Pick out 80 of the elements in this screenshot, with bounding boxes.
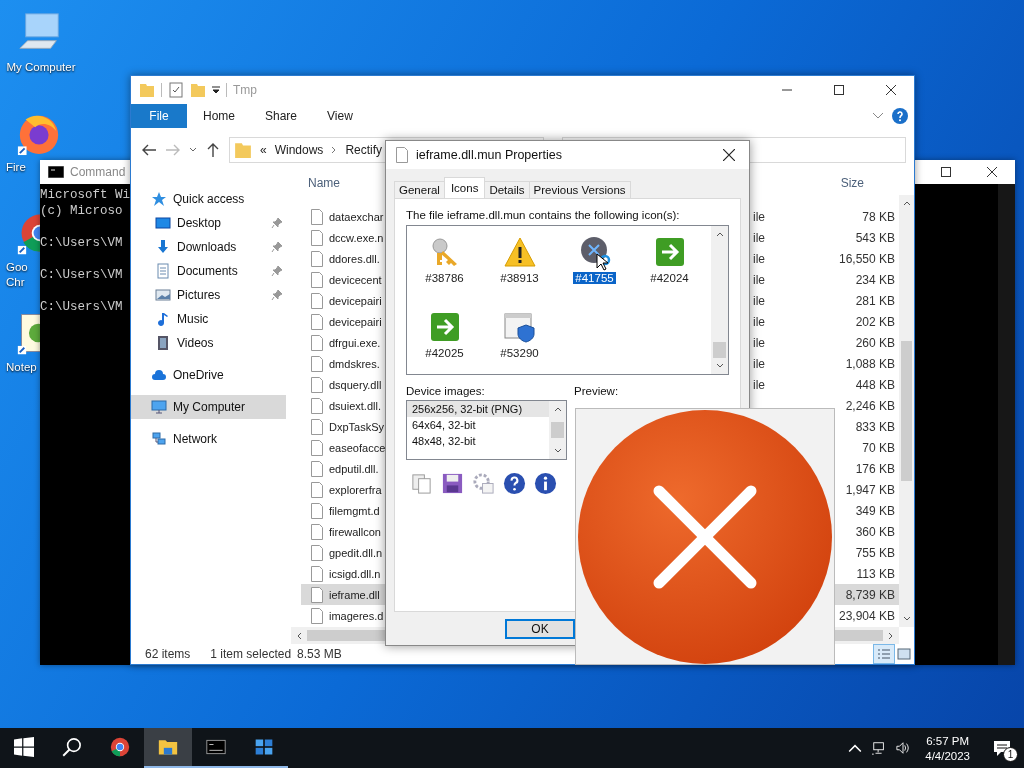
file-size: 360 KB [855,524,895,539]
file-name: icsigd.dll.n [329,567,381,580]
icon-label: #41755 [573,272,616,284]
file-size: 2,246 KB [845,398,895,413]
file-name: ieframe.dll [329,588,380,601]
file-size: 113 KB [856,566,895,581]
navigation-label: Documents [177,264,239,278]
navigation-label: Music [177,312,210,326]
file-name: firewallcon [329,525,381,538]
file-size: 202 KB [855,314,895,329]
icon-label: #42024 [649,272,690,284]
file-size: 70 KB [862,440,895,455]
file-size: 349 KB [855,503,895,518]
navigation-label: Network [173,432,217,446]
file-name: gpedit.dll.n [329,546,383,559]
file-size: 23,904 KB [838,608,895,623]
file-name: devicepairi [329,294,382,307]
file-size: 8,739 KB [845,587,895,602]
file-name: edputil.dll. [329,462,379,475]
file-type: ile [753,272,765,287]
file-size: 78 KB [862,209,895,224]
console-line: Microsoft Wi [40,187,130,203]
console-line: C:\Users\VM [40,299,123,315]
file-type: ile [753,230,765,245]
file-name: dfrgui.exe. [329,336,381,349]
file-name: dsuiext.dll. [329,399,381,412]
file-size: 176 KB [855,461,895,476]
selection-size: 8.53 MB [297,647,342,661]
field-label: Device images: [406,385,486,397]
field-label: Preview: [574,385,620,397]
icon-label: #38913 [499,272,540,284]
file-name: imageres.d [329,609,384,622]
file-name: filemgmt.d [329,504,380,517]
navigation-label: Downloads [177,240,238,254]
icon-label: #53290 [499,347,540,359]
file-size: 260 KB [855,335,895,350]
navigation-label: Pictures [177,288,222,302]
file-type: ile [753,377,765,392]
file-size: 543 KB [855,230,895,245]
file-type: ile [753,314,765,329]
file-size: 281 KB [855,293,895,308]
file-name: dsquery.dll [329,378,382,391]
item-count: 62 items [145,647,191,661]
file-size: 833 KB [855,419,895,434]
file-type: ile [753,335,765,350]
description-text: The file ieframe.dll.mun contains the following icon(s): [406,209,681,221]
dialog-title: ieframe.dll.mun Properties [416,148,562,162]
navigation-label: Quick access [173,192,245,206]
selection-count: 1 item selected [210,647,292,661]
file-type: ile [753,209,765,224]
navigation-label: Videos [177,336,215,350]
file-name: dccw.exe.n [329,231,384,244]
window-title: Command [70,165,126,179]
console-line: C:\Users\VM [40,267,123,283]
file-name: DxpTaskSy [329,420,385,433]
file-name: explorerfra [329,483,382,496]
file-name: ddores.dll. [329,252,380,265]
file-size: 1,088 KB [845,356,895,371]
file-size: 1,947 KB [845,482,895,497]
navigation-label: My Computer [173,400,246,414]
navigation-label: Desktop [177,216,223,230]
console-line: (c) Microso [40,203,123,219]
file-type: ile [753,251,765,266]
file-size: 234 KB [855,272,895,287]
file-type: ile [753,356,765,371]
notification-count: 1 [1003,747,1018,762]
file-size: 755 KB [855,545,895,560]
file-size: 448 KB [855,377,895,392]
window-title: Tmp [233,83,257,97]
file-type: ile [753,293,765,308]
file-name: easeofacce [329,441,386,454]
console-line: C:\Users\VM [40,235,123,251]
file-size: 16,550 KB [838,251,895,266]
icon-label: #38786 [424,272,465,284]
navigation-label: OneDrive [173,368,224,382]
file-name: devicecent [329,273,382,286]
icon-label: #42025 [424,347,465,359]
file-name: devicepairi [329,315,382,328]
file-name: dmdskres. [329,357,380,370]
file-name: dataexchar [329,210,384,223]
